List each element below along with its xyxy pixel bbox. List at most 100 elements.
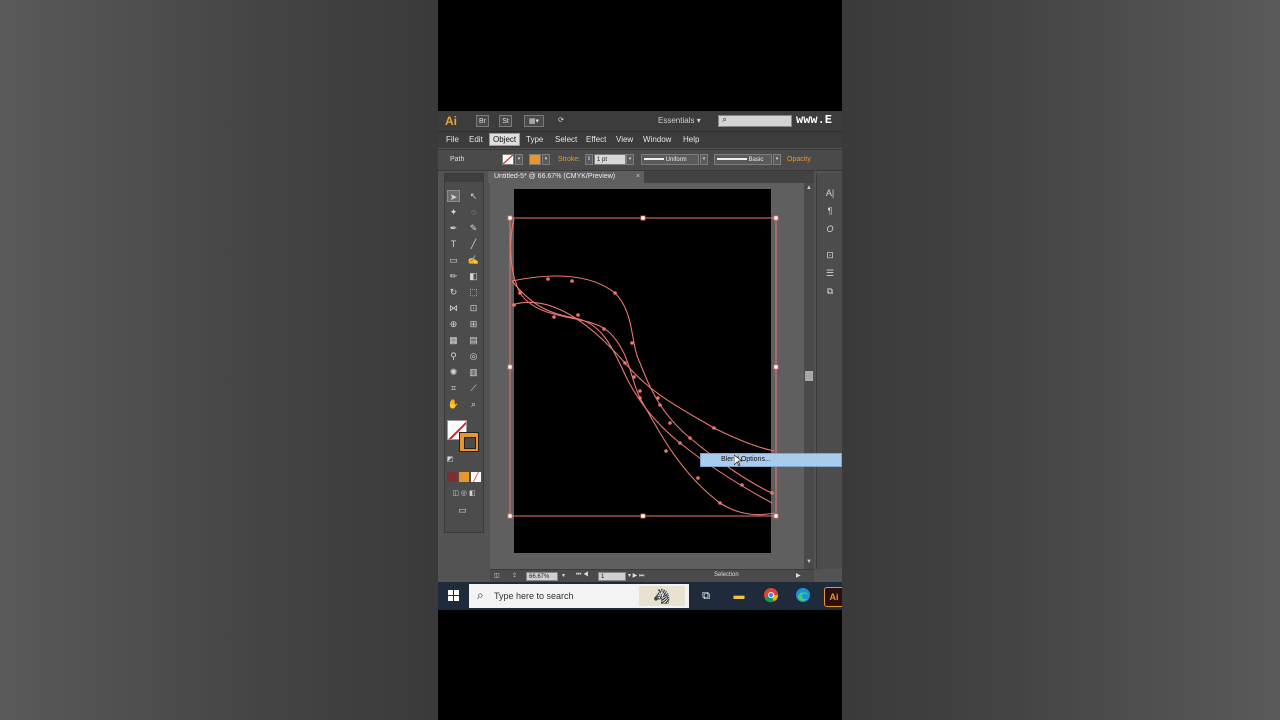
pencil-tool-icon[interactable]: ✏	[447, 270, 460, 282]
artboard-dropdown-icon[interactable]: ▾ ▶ ⏭	[628, 572, 644, 580]
transform-panel-icon[interactable]: ⊡	[823, 249, 837, 261]
zoom-tool-icon[interactable]: ⌕	[467, 398, 480, 410]
handle-bottom-right[interactable]	[773, 513, 779, 519]
menu-file[interactable]: File	[446, 135, 459, 144]
line-tool-icon[interactable]: ╱	[467, 238, 480, 250]
eraser-tool-icon[interactable]: ◧	[467, 270, 480, 282]
menu-edit[interactable]: Edit	[469, 135, 483, 144]
free-transform-tool-icon[interactable]: ⊡	[467, 302, 480, 314]
handle-top-left[interactable]	[507, 215, 513, 221]
pathfinder-panel-icon[interactable]: ⧉	[823, 285, 837, 297]
align-panel-icon[interactable]: ☰	[823, 267, 837, 279]
selection-tool-icon[interactable]: ➤	[447, 190, 460, 202]
shape-builder-tool-icon[interactable]: ⊕	[447, 318, 460, 330]
stroke-weight-field[interactable]: 1 pt	[594, 154, 626, 165]
zoom-dropdown-icon[interactable]: ▾	[562, 572, 565, 579]
share-icon[interactable]: ⇪	[512, 572, 517, 579]
handle-bottom-center[interactable]	[640, 513, 646, 519]
handle-middle-right[interactable]	[773, 364, 779, 370]
bridge-button[interactable]: Br	[476, 115, 489, 127]
fill-dropdown[interactable]: ▾	[515, 154, 523, 165]
rectangle-tool-icon[interactable]: ▭	[447, 254, 460, 266]
stroke-color-dropdown[interactable]: ▾	[542, 154, 550, 165]
screen-mode-icon[interactable]: ▭	[456, 504, 469, 516]
handle-bottom-left[interactable]	[507, 513, 513, 519]
hand-tool-icon[interactable]: ✋	[447, 398, 460, 410]
fill-color-swatch[interactable]	[502, 154, 514, 165]
brush-definition[interactable]: Basic	[714, 154, 772, 165]
scroll-thumb[interactable]	[805, 371, 813, 381]
mesh-tool-icon[interactable]: ▦	[447, 334, 460, 346]
scale-tool-icon[interactable]: ⬚	[467, 286, 480, 298]
gradient-mode-icon[interactable]	[459, 472, 469, 482]
width-tool-icon[interactable]: ⋈	[447, 302, 460, 314]
default-colors-icon[interactable]: ◩	[445, 454, 455, 466]
taskbar-search-box[interactable]: ⌕ Type here to search 🦓	[469, 584, 689, 608]
menu-object[interactable]: Object	[489, 133, 521, 146]
magic-wand-tool-icon[interactable]: ✦	[447, 206, 460, 218]
opacity-label[interactable]: Opacity	[787, 156, 811, 163]
paragraph-panel-icon[interactable]: ¶	[823, 205, 837, 217]
help-search-input[interactable]: ⌕	[718, 114, 792, 127]
scroll-down-icon[interactable]: ▼	[804, 559, 814, 565]
brush-dropdown[interactable]: ▾	[773, 154, 781, 165]
menu-window[interactable]: Window	[643, 135, 671, 144]
direct-selection-tool-icon[interactable]: ↖	[467, 190, 480, 202]
task-view-icon[interactable]: ⧉	[697, 587, 715, 605]
profile-dropdown[interactable]: ▾	[700, 154, 708, 165]
close-tab-icon[interactable]: ×	[636, 171, 640, 183]
status-menu-icon[interactable]: ▶	[796, 572, 801, 579]
vertical-scrollbar[interactable]: ▲ ▼	[804, 183, 814, 569]
canvas-area[interactable]	[490, 183, 814, 569]
handle-middle-left[interactable]	[507, 364, 513, 370]
paintbrush-tool-icon[interactable]: ✍	[467, 254, 480, 266]
context-menu-blend-options[interactable]: Blend Options...	[700, 453, 842, 467]
type-tool-icon[interactable]: T	[447, 238, 460, 250]
arrange-documents-icon[interactable]: ▦▾	[524, 115, 544, 127]
symbol-sprayer-tool-icon[interactable]: ✺	[447, 366, 460, 378]
eyedropper-tool-icon[interactable]: ⚲	[447, 350, 460, 362]
chrome-icon[interactable]	[762, 587, 780, 605]
stroke-swatch[interactable]	[459, 432, 479, 452]
stroke-label[interactable]: Stroke:	[558, 156, 580, 163]
workspace-switcher[interactable]: Essentials ▾	[658, 116, 701, 125]
handle-top-right[interactable]	[773, 215, 779, 221]
lasso-tool-icon[interactable]: ◌	[467, 206, 480, 218]
menu-view[interactable]: View	[616, 135, 633, 144]
variable-width-profile[interactable]: Uniform	[641, 154, 699, 165]
drawing-modes-icon[interactable]: ◫ ◎ ◧	[447, 488, 481, 500]
none-mode-icon[interactable]: ╱	[471, 472, 481, 482]
status-nav-icon[interactable]: ◫	[494, 572, 500, 579]
stroke-color-swatch[interactable]	[529, 154, 541, 165]
handle-top-center[interactable]	[640, 215, 646, 221]
gpu-performance-icon[interactable]: ⟳	[554, 115, 568, 127]
artboard-number-field[interactable]: 1	[598, 572, 626, 581]
artboard-tool-icon[interactable]: ⌗	[447, 382, 460, 394]
menu-help[interactable]: Help	[683, 135, 699, 144]
zoom-field[interactable]: 66.67%	[526, 572, 558, 581]
rotate-tool-icon[interactable]: ↻	[447, 286, 460, 298]
scroll-up-icon[interactable]: ▲	[804, 185, 814, 191]
document-tab[interactable]: Untitled-5* @ 66.67% (CMYK/Preview) ×	[488, 171, 644, 183]
perspective-grid-tool-icon[interactable]: ⊞	[467, 318, 480, 330]
edge-icon[interactable]	[794, 587, 812, 605]
character-panel-icon[interactable]: A|	[823, 187, 837, 199]
slice-tool-icon[interactable]: ⟋	[467, 382, 480, 394]
stroke-weight-dropdown[interactable]: ▾	[626, 154, 634, 165]
windows-start-icon[interactable]	[448, 590, 460, 602]
blend-tool-icon[interactable]: ◎	[467, 350, 480, 362]
menu-select[interactable]: Select	[555, 135, 577, 144]
illustrator-taskbar-icon[interactable]: Ai	[824, 587, 842, 607]
gradient-tool-icon[interactable]: ▤	[467, 334, 480, 346]
column-graph-tool-icon[interactable]: ▥	[467, 366, 480, 378]
artboard-canvas[interactable]	[490, 183, 814, 569]
stock-button[interactable]: St	[499, 115, 512, 127]
pen-tool-icon[interactable]: ✒	[447, 222, 460, 234]
stroke-stepper[interactable]: ⇕	[585, 154, 593, 165]
menu-effect[interactable]: Effect	[586, 135, 606, 144]
opentype-panel-icon[interactable]: O	[823, 223, 837, 235]
color-mode-icon[interactable]	[447, 472, 457, 482]
curvature-tool-icon[interactable]: ✎	[467, 222, 480, 234]
first-artboard-icon[interactable]: ⏮ ◀	[576, 572, 588, 579]
menu-type[interactable]: Type	[526, 135, 543, 144]
